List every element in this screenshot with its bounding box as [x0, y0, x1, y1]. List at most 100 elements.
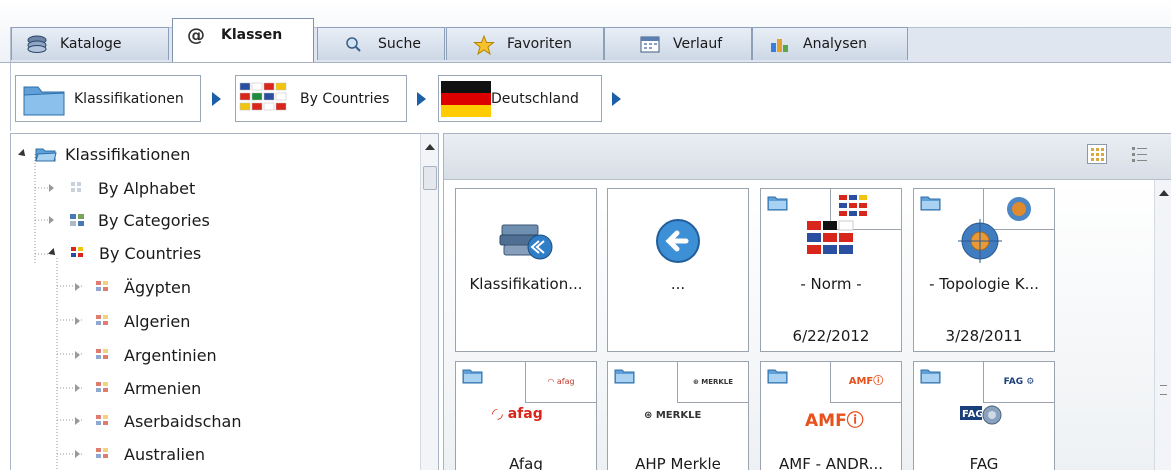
- folder-icon: [920, 368, 942, 384]
- scrollbar-grip-icon[interactable]: [1160, 385, 1167, 395]
- tree-label: Argentinien: [124, 345, 217, 365]
- tree-label: Algerien: [124, 311, 191, 331]
- tab-verlauf[interactable]: Verlauf: [604, 27, 752, 60]
- expand-triangle-icon[interactable]: [75, 450, 80, 458]
- tree-node-country[interactable]: Algerien: [75, 306, 190, 336]
- expand-triangle-icon[interactable]: [75, 384, 80, 392]
- flags-collage-icon: [805, 219, 865, 263]
- scrollbar-thumb[interactable]: [423, 166, 437, 190]
- country-flags-icon: [94, 446, 116, 462]
- bar-chart-icon: [769, 35, 791, 53]
- catalog-stack-icon: [26, 35, 48, 53]
- expand-triangle-icon[interactable]: [75, 283, 80, 291]
- star-icon: [473, 34, 495, 56]
- item-card[interactable]: - Norm - 6/22/2012: [760, 188, 902, 352]
- expand-triangle-icon[interactable]: [75, 317, 80, 325]
- tab-label: Klassen: [221, 27, 283, 43]
- tree-label: By Categories: [98, 210, 210, 230]
- tab-suche[interactable]: Suche: [317, 27, 445, 60]
- expand-triangle-icon[interactable]: [75, 351, 80, 359]
- tab-analysen[interactable]: Analysen: [752, 27, 908, 60]
- tab-klassen[interactable]: @ Klassen: [172, 18, 314, 62]
- tree-node-by-categories[interactable]: By Categories: [49, 205, 210, 235]
- flags-grid-icon: [69, 245, 91, 261]
- grid-view-icon[interactable]: [1087, 144, 1107, 164]
- scroll-up-arrow-icon[interactable]: [1159, 190, 1169, 196]
- item-name: AMF - ANDR...: [778, 455, 883, 470]
- item-card[interactable]: ◠ afag ◜◞ afag Afag: [455, 361, 597, 470]
- german-flag-icon: [441, 80, 491, 117]
- breadcrumb-separator-arrow-icon[interactable]: [212, 92, 221, 106]
- country-flags-icon: [94, 413, 116, 429]
- classification-tree: Klassifikationen By Alphabet By Categori…: [10, 133, 439, 470]
- items-grid: Klassifikation... ... - Norm - 6/22/2012…: [444, 180, 1156, 470]
- item-card[interactable]: - Topologie K... 3/28/2011: [913, 188, 1055, 352]
- item-name: FAG: [969, 455, 999, 470]
- breadcrumb-label: By Countries: [300, 90, 390, 107]
- country-flags-icon: [94, 380, 116, 396]
- item-card-back[interactable]: ...: [607, 188, 749, 352]
- back-arrow-icon: [654, 217, 702, 269]
- at-sign-icon: @: [187, 25, 205, 46]
- logo-text: MERKLE: [701, 378, 734, 386]
- tree-label: Armenien: [124, 378, 202, 398]
- logo-text: FAG: [1003, 377, 1024, 387]
- tree-node-country[interactable]: Australien: [75, 439, 205, 469]
- item-card[interactable]: AMFⓘ AMFⓘ AMF - ANDR...: [760, 361, 902, 470]
- tree-node-country[interactable]: Armenien: [75, 373, 201, 403]
- item-thumbnail: ◠ afag: [525, 362, 596, 403]
- country-flags-icon: [94, 279, 116, 295]
- breadcrumb: Klassifikationen By Countries Deutschlan…: [10, 63, 1171, 131]
- tree-node-country[interactable]: Aserbaidschan: [75, 406, 241, 436]
- tree-node-root[interactable]: Klassifikationen: [18, 139, 190, 169]
- amf-logo-icon: AMFⓘ: [805, 411, 864, 431]
- categories-icon: [68, 212, 90, 228]
- item-thumbnail: ⊛ MERKLE: [677, 362, 748, 403]
- expand-triangle-icon[interactable]: [49, 184, 54, 192]
- folder-icon: [767, 368, 789, 384]
- expand-triangle-icon[interactable]: [75, 417, 80, 425]
- tree-node-country[interactable]: Argentinien: [75, 340, 217, 370]
- afag-logo-icon: ◜◞ afag: [492, 406, 543, 422]
- application-window: Kataloge @ Klassen Suche Favoriten Verla…: [0, 0, 1171, 470]
- logo-text: AMF: [848, 376, 874, 387]
- country-flags-icon: [94, 313, 116, 329]
- tab-strip: Kataloge @ Klassen Suche Favoriten Verla…: [0, 0, 1171, 63]
- svg-text:FAG: FAG: [962, 409, 984, 420]
- expand-triangle-icon[interactable]: [49, 216, 54, 224]
- tree-node-country[interactable]: Ägypten: [75, 272, 191, 302]
- tab-favoriten[interactable]: Favoriten: [446, 27, 604, 60]
- list-view-icon[interactable]: [1130, 144, 1150, 164]
- breadcrumb-label: Deutschland: [491, 90, 579, 107]
- breadcrumb-item-by-countries[interactable]: By Countries: [235, 75, 407, 122]
- item-name: - Topologie K...: [929, 275, 1039, 293]
- item-date: 3/28/2011: [945, 327, 1023, 345]
- tree-scrollbar[interactable]: [420, 134, 438, 470]
- tree-node-by-alphabet[interactable]: By Alphabet: [49, 173, 195, 203]
- collapse-triangle-icon[interactable]: [18, 149, 28, 159]
- tree-label: Australien: [124, 444, 205, 464]
- calendar-icon: [639, 35, 661, 53]
- breadcrumb-item-deutschland[interactable]: Deutschland: [438, 75, 602, 122]
- breadcrumb-separator-arrow-icon[interactable]: [417, 92, 426, 106]
- item-card[interactable]: FAG ⚙ FAG FAG: [913, 361, 1055, 470]
- item-name: - Norm -: [800, 275, 862, 293]
- items-grid-panel: Klassifikation... ... - Norm - 6/22/2012…: [443, 133, 1171, 470]
- collapse-triangle-icon[interactable]: [48, 248, 58, 258]
- item-name: Afag: [509, 455, 543, 470]
- item-date: 6/22/2012: [792, 327, 870, 345]
- merkle-logo-icon: ⊛ MERKLE: [644, 410, 702, 421]
- tab-label: Suche: [378, 36, 421, 52]
- tree-label: By Countries: [99, 243, 202, 263]
- tree-node-by-countries[interactable]: By Countries: [48, 238, 202, 268]
- books-back-icon: [496, 211, 558, 267]
- logo-text: afag: [556, 377, 575, 386]
- grid-scrollbar[interactable]: [1154, 180, 1171, 470]
- breadcrumb-separator-arrow-icon[interactable]: [612, 92, 621, 106]
- item-thumbnail: AMFⓘ: [830, 362, 901, 403]
- scroll-up-arrow-icon[interactable]: [425, 144, 435, 150]
- item-card[interactable]: ⊛ MERKLE ⊛ MERKLE AHP Merkle: [607, 361, 749, 470]
- tab-kataloge[interactable]: Kataloge: [11, 27, 169, 60]
- breadcrumb-item-klassifikationen[interactable]: Klassifikationen: [15, 75, 201, 122]
- item-card[interactable]: Klassifikation...: [455, 188, 597, 352]
